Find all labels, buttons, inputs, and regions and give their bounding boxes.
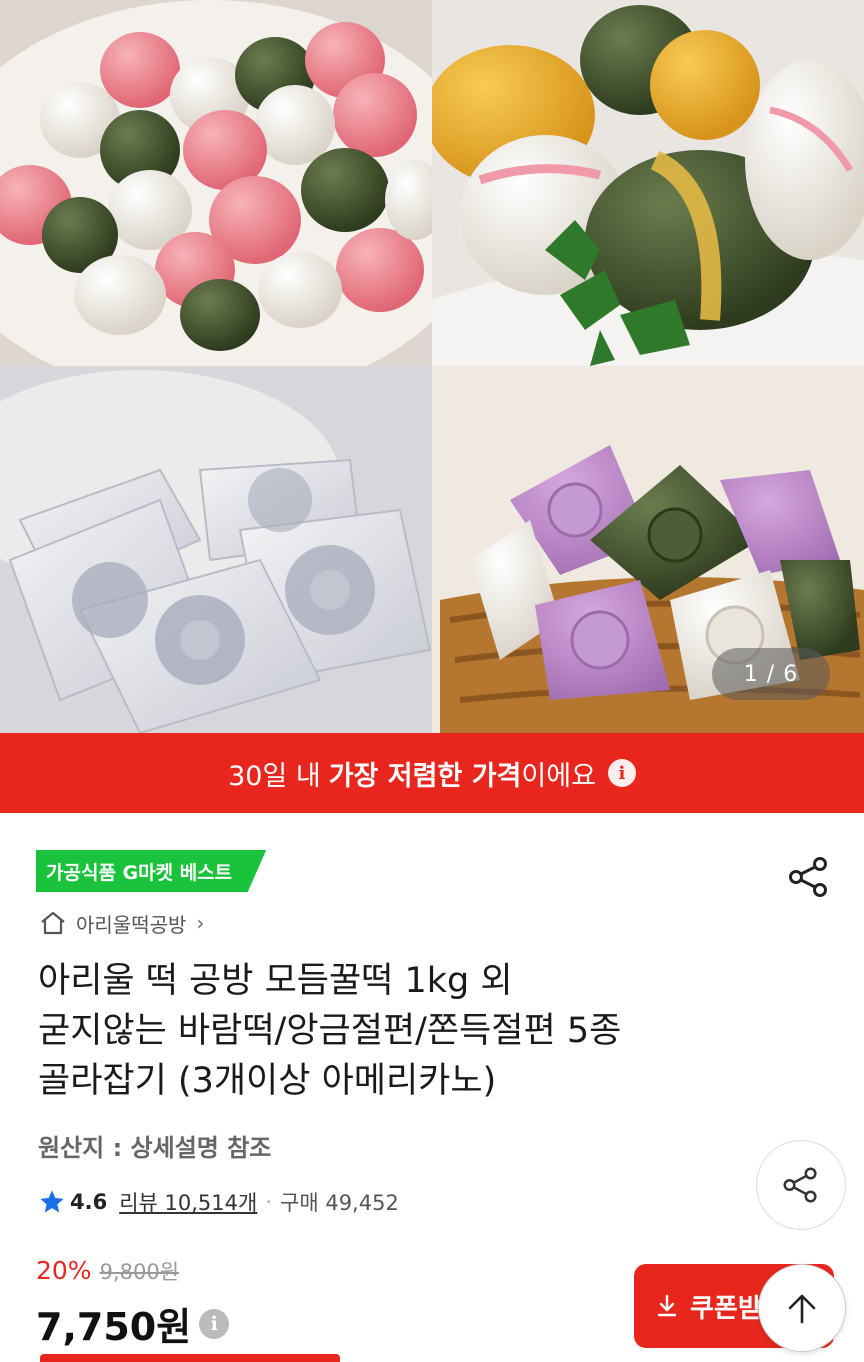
discount-rate: 20% xyxy=(36,1256,92,1285)
rating-score: 4.6 xyxy=(70,1190,108,1214)
banner-text-post: 이에요 xyxy=(521,760,596,792)
final-price: 7,750원 xyxy=(36,1305,192,1349)
star-icon xyxy=(40,1190,64,1213)
coupon-label: 쿠폰받 xyxy=(690,1293,762,1324)
product-title-line: 골라잡기 (3개이상 아메리카노) xyxy=(38,1061,497,1101)
product-image-gallery[interactable]: 1 / 6 xyxy=(0,0,864,733)
product-photo-collage xyxy=(0,0,864,733)
best-badge: 가공식품 G마켓 베스트 xyxy=(36,850,267,892)
rating-row: 4.6 리뷰 10,514개 · 구매 49,452 xyxy=(38,1184,399,1220)
info-icon[interactable]: i xyxy=(607,759,636,787)
price-info-icon[interactable]: i xyxy=(199,1308,230,1339)
lowest-price-banner[interactable]: 30일 내 가장 저렴한 가격이에요 i xyxy=(0,733,864,813)
product-title-line: 아리울 떡 공방 모듬꿀떡 1kg 외 xyxy=(38,961,513,1001)
banner-text-pre: 30일 내 xyxy=(228,760,321,792)
share-icon xyxy=(783,1167,817,1203)
home-icon xyxy=(41,911,65,935)
gallery-page-counter: 1 / 6 xyxy=(712,648,830,700)
final-price-row: 7,750원 i xyxy=(36,1296,230,1351)
scroll-to-top-button[interactable] xyxy=(758,1264,846,1352)
arrow-up-icon xyxy=(788,1294,816,1324)
origin-info: 원산지 : 상세설명 참조 xyxy=(38,1134,272,1162)
review-count-link[interactable]: 리뷰 10,514개 xyxy=(119,1187,257,1217)
product-title-line: 굳지않는 바람떡/앙금절편/쫀득절편 5종 xyxy=(38,1011,622,1051)
product-title: 아리울 떡 공방 모듬꿀떡 1kg 외 굳지않는 바람떡/앙금절편/쫀득절편 5… xyxy=(38,956,778,1106)
shop-link[interactable]: 아리울떡공방 › xyxy=(38,906,204,940)
shop-name: 아리울떡공방 xyxy=(76,912,187,937)
share-button[interactable] xyxy=(756,1140,846,1230)
chevron-right-icon: › xyxy=(196,911,205,935)
banner-text-bold: 가장 저렴한 가격 xyxy=(328,760,522,792)
bottom-accent-strip xyxy=(40,1354,340,1362)
original-price: 9,800원 xyxy=(99,1260,180,1284)
share-icon[interactable] xyxy=(786,854,832,900)
purchase-count: 구매 49,452 xyxy=(280,1191,399,1215)
separator-dot: · xyxy=(265,1190,273,1214)
discount-row: 20% 9,800원 xyxy=(36,1256,179,1286)
download-icon xyxy=(657,1294,677,1317)
